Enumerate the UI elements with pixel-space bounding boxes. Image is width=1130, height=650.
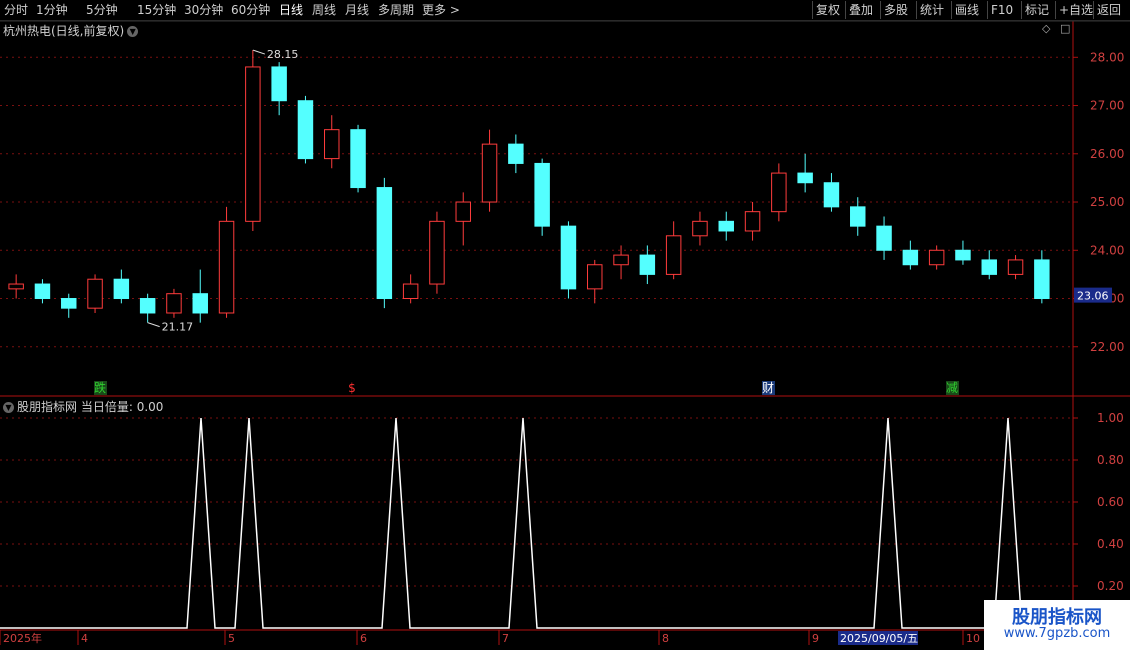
candle-body (1034, 259, 1050, 300)
high-label: 28.15 (267, 48, 299, 61)
candle-body (692, 220, 708, 237)
candle-body (271, 66, 287, 102)
y-tick-label: 22.00 (1090, 340, 1124, 354)
candle-body (34, 283, 51, 300)
candle-body (587, 264, 603, 290)
y-tick-label: 26.00 (1090, 147, 1124, 161)
candle-body (534, 162, 550, 227)
candle-body (8, 283, 24, 290)
candle-body (955, 249, 971, 261)
chevron-down-icon[interactable]: ▼ (127, 26, 139, 37)
x-axis-label: 10 (966, 632, 980, 645)
candle-body (350, 129, 366, 189)
sub-y-tick-label: 1.00 (1097, 411, 1124, 425)
sub-y-tick-label: 0.60 (1097, 495, 1124, 509)
candle-body (981, 259, 997, 275)
candle-body (402, 283, 419, 300)
indicator-line (0, 417, 1073, 629)
candle-body (744, 211, 761, 232)
low-label: 21.17 (162, 321, 194, 334)
candle-body (61, 298, 77, 309)
chart-canvas: 28.0027.0026.0025.0024.0023.0022.0028.15… (0, 20, 1130, 645)
candle-body (113, 278, 130, 300)
x-axis-label: 9 (812, 632, 819, 645)
candle-body (218, 220, 235, 314)
candle-body (166, 293, 182, 314)
candle-body (797, 172, 813, 184)
candle-body (297, 100, 314, 160)
y-tick-label: 25.00 (1090, 195, 1124, 209)
event-marker: 跌 (94, 380, 106, 395)
main-chart-title: 杭州热电(日线,前复权) ▼ (3, 22, 139, 39)
sub-y-tick-label: 0.80 (1097, 453, 1124, 467)
indicator-value: 当日倍量: 0.00 (80, 400, 164, 414)
x-axis-label: 2025年 (3, 631, 42, 645)
sub-y-tick-label: 0.20 (1097, 579, 1124, 593)
y-tick-label: 24.00 (1090, 243, 1124, 257)
sub-y-tick-label: 0.40 (1097, 537, 1124, 551)
event-marker: 减 (946, 381, 958, 395)
candle-body (192, 293, 208, 314)
window-icon[interactable]: □ (1060, 22, 1070, 35)
candle-body (718, 220, 734, 232)
indicator-title: ▼ 股朋指标网 当日倍量: 0.00 (3, 398, 163, 415)
y-tick-label: 27.00 (1090, 99, 1124, 113)
x-axis-label: 5 (228, 632, 235, 645)
candle-body (481, 143, 498, 203)
candle-body (639, 254, 656, 275)
candle-body (324, 129, 340, 160)
last-price-label: 23.06 (1077, 290, 1109, 303)
x-axis-label: 6 (360, 632, 367, 645)
candle-body (665, 235, 682, 275)
diamond-icon[interactable]: ◇ (1042, 22, 1050, 35)
candle-body (429, 220, 445, 285)
chevron-down-icon[interactable]: ▼ (3, 402, 14, 413)
candle-body (560, 225, 577, 290)
x-axis-label: 4 (81, 632, 88, 645)
watermark: 股朋指标网 www.7gpzb.com (984, 600, 1130, 650)
candle-body (613, 254, 629, 266)
candle-body (139, 298, 156, 314)
watermark-url: www.7gpzb.com (1003, 626, 1111, 641)
event-marker: $ (348, 381, 356, 395)
x-axis-label: 7 (502, 632, 509, 645)
candle-body (455, 201, 471, 222)
event-marker: 财 (762, 381, 774, 395)
candle-body (87, 278, 103, 309)
candle-body (376, 187, 393, 300)
candle-body (928, 249, 945, 266)
high-pointer (252, 49, 266, 55)
candle-body (823, 182, 840, 208)
x-axis-date-highlight: 2025/09/05/五 (840, 632, 918, 645)
x-axis-label: 8 (662, 632, 669, 645)
y-tick-label: 28.00 (1090, 50, 1124, 64)
low-pointer (147, 322, 160, 328)
candle-body (1007, 259, 1024, 275)
candle-body (245, 66, 261, 222)
candle-body (850, 206, 866, 227)
candle-body (902, 249, 919, 266)
candle-body (771, 172, 787, 213)
candle-body (876, 225, 892, 251)
candle-body (508, 143, 524, 164)
